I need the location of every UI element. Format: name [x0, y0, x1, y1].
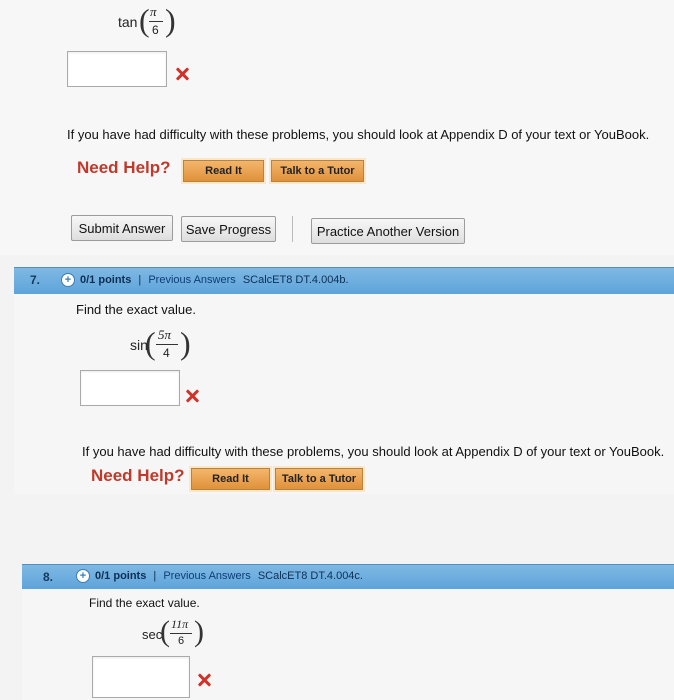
fraction-denominator: 6 — [178, 635, 185, 647]
incorrect-icon — [174, 66, 190, 82]
button-divider — [292, 216, 293, 242]
save-progress-button[interactable]: Save Progress — [181, 216, 276, 242]
problem-8-meta: 0/1 points | Previous Answers SCalcET8 D… — [95, 570, 363, 582]
fraction-denominator: 6 — [152, 23, 159, 37]
problem-6-expression: tan ( π 6 ) — [118, 2, 176, 38]
read-it-button-7[interactable]: Read It — [191, 468, 270, 490]
fraction-denominator: 4 — [163, 346, 170, 360]
problem-8-prompt: Find the exact value. — [89, 596, 200, 610]
answer-input-7[interactable] — [80, 370, 180, 406]
submit-answer-button[interactable]: Submit Answer — [71, 215, 173, 241]
problem-7-number: 7. — [30, 273, 41, 287]
points-label: 0/1 points — [80, 274, 132, 286]
fraction-numerator: π — [150, 4, 157, 19]
fraction-numerator: 11π — [171, 617, 189, 631]
problem-code: SCalcET8 DT.4.004c. — [257, 570, 363, 582]
expand-plus-icon[interactable]: + — [61, 273, 75, 287]
help-text-6: If you have had difficulty with these pr… — [67, 127, 650, 142]
need-help-label-6: Need Help? — [77, 158, 171, 177]
function-name: tan — [118, 14, 138, 30]
points-label: 0/1 points — [95, 570, 147, 582]
read-it-button-6[interactable]: Read It — [183, 160, 264, 182]
incorrect-icon — [184, 388, 200, 404]
fraction-numerator: 5π — [158, 327, 172, 342]
problem-7-meta: 0/1 points | Previous Answers SCalcET8 D… — [80, 274, 349, 286]
problem-7-prompt: Find the exact value. — [76, 302, 196, 317]
previous-answers-link[interactable]: Previous Answers — [163, 570, 250, 582]
previous-answers-link[interactable]: Previous Answers — [148, 274, 235, 286]
talk-to-tutor-button-7[interactable]: Talk to a Tutor — [275, 468, 363, 490]
talk-to-tutor-button-6[interactable]: Talk to a Tutor — [271, 160, 364, 182]
expand-plus-icon[interactable]: + — [76, 569, 90, 583]
answer-input-6[interactable] — [67, 51, 167, 87]
problem-code: SCalcET8 DT.4.004b. — [242, 274, 349, 286]
practice-another-version-button[interactable]: Practice Another Version — [311, 218, 465, 244]
need-help-label-7: Need Help? — [91, 466, 185, 485]
answer-input-8[interactable] — [92, 656, 190, 698]
problem-8-expression: sec ( 11π 6 ) — [142, 615, 204, 648]
incorrect-icon — [196, 672, 212, 688]
meta-separator: | — [153, 570, 157, 582]
problem-8-number: 8. — [43, 570, 54, 584]
meta-separator: | — [138, 274, 142, 286]
problem-7-expression: sin ( 5π 4 ) — [130, 325, 191, 361]
help-text-7: If you have had difficulty with these pr… — [82, 444, 665, 459]
